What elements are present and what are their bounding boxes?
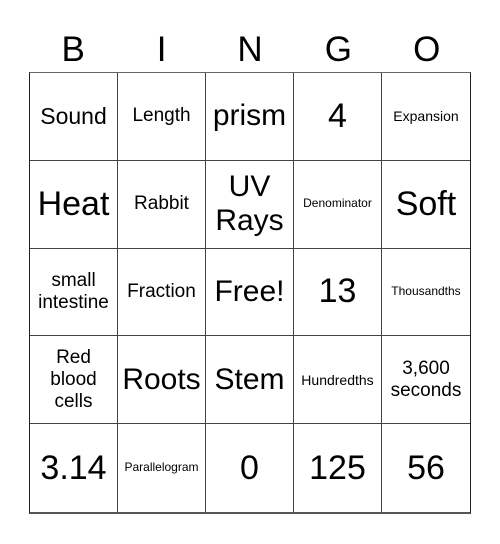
header-letter-o: O xyxy=(413,30,441,69)
bingo-cell[interactable]: Soft xyxy=(382,161,470,249)
bingo-cell[interactable]: Denominator xyxy=(294,160,382,249)
header-letter-n: N xyxy=(237,30,263,69)
free-space-cell[interactable]: Free! xyxy=(206,248,294,337)
bingo-cell[interactable]: 56 xyxy=(382,424,470,512)
bingo-cell[interactable]: 3,600 seconds xyxy=(382,336,470,425)
bingo-cell[interactable]: Rabbit xyxy=(118,160,206,249)
bingo-board: Sound Length prism 4 Expansion Heat Rabb… xyxy=(29,72,471,514)
bingo-cell[interactable]: Heat xyxy=(30,160,118,249)
bingo-cell[interactable]: 4 xyxy=(294,73,382,161)
bingo-cell[interactable]: Expansion xyxy=(382,73,470,161)
bingo-cell[interactable]: Thousandths xyxy=(382,249,470,337)
bingo-cell[interactable]: Parallelogram xyxy=(118,424,206,512)
bingo-cell[interactable]: Stem xyxy=(206,336,294,425)
bingo-cell[interactable]: 0 xyxy=(206,424,294,512)
bingo-cell[interactable]: small intestine xyxy=(30,248,118,337)
bingo-cell[interactable]: Sound xyxy=(30,73,118,161)
header-letter-b: B xyxy=(61,30,85,69)
bingo-cell[interactable]: Fraction xyxy=(118,248,206,337)
header-letter-g: G xyxy=(324,30,352,69)
bingo-cell[interactable]: Length xyxy=(118,73,206,161)
bingo-cell[interactable]: 3.14 xyxy=(30,424,118,512)
bingo-cell[interactable]: Hundredths xyxy=(294,336,382,425)
bingo-cell[interactable]: UV Rays xyxy=(206,160,294,249)
bingo-cell[interactable]: 13 xyxy=(294,248,382,337)
bingo-cell[interactable]: prism xyxy=(206,73,294,161)
bingo-cell[interactable]: Roots xyxy=(118,336,206,425)
header-letter-i: I xyxy=(156,30,167,69)
bingo-header: B I N G O xyxy=(29,28,471,72)
bingo-cell[interactable]: 125 xyxy=(294,424,382,512)
bingo-cell[interactable]: Red blood cells xyxy=(30,336,118,425)
